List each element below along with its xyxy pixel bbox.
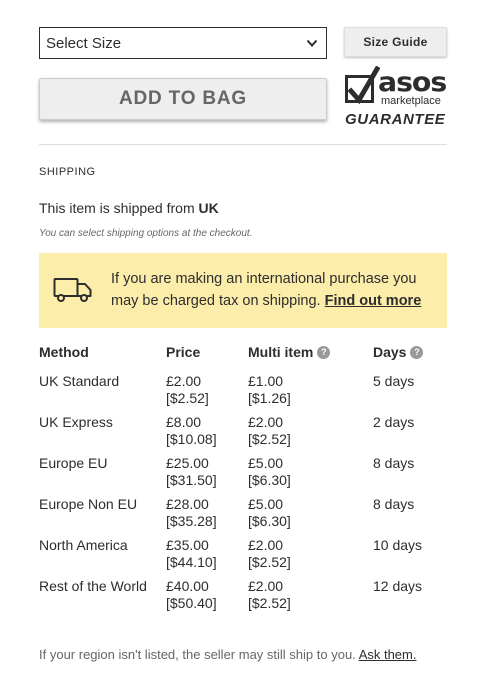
delivery-truck-icon <box>53 278 92 302</box>
row-multi: £2.00 [$2.52] <box>248 537 291 571</box>
find-out-more-link[interactable]: Find out more <box>325 293 422 309</box>
row-price: £25.00 [$31.50] <box>166 455 217 489</box>
header-days: Days? <box>373 344 424 360</box>
row-method: Europe EU <box>39 455 108 471</box>
row-days: 5 days <box>373 373 415 389</box>
price-usd: [$50.40] <box>166 595 217 611</box>
row-price: £8.00 [$10.08] <box>166 414 217 448</box>
price-gbp: £28.00 <box>166 496 209 512</box>
marketplace-label: marketplace <box>381 95 441 107</box>
multi-gbp: £2.00 <box>248 578 284 594</box>
chevron-down-icon <box>306 39 318 47</box>
price-gbp: £8.00 <box>166 414 202 430</box>
table-row: North America £35.00 [$44.10] £2.00 [$2.52… <box>39 537 447 578</box>
asos-marketplace-guarantee-logo: asos marketplace GUARANTEE <box>344 66 448 128</box>
multi-usd: [$6.30] <box>248 513 291 529</box>
multi-gbp: £1.00 <box>248 373 284 389</box>
row-multi: £5.00 [$6.30] <box>248 496 291 530</box>
row-method: UK Standard <box>39 373 120 389</box>
row-days: 12 days <box>373 578 423 594</box>
price-usd: [$44.10] <box>166 554 217 570</box>
shipping-table: Method Price Multi item? Days? UK Standa… <box>39 344 447 619</box>
row-multi: £1.00 [$1.26] <box>248 373 291 407</box>
row-multi: £2.00 [$2.52] <box>248 578 291 612</box>
table-row: Rest of the World £40.00 [$50.40] £2.00 [$… <box>39 578 447 619</box>
multi-usd: [$2.52] <box>248 431 291 447</box>
header-price: Price <box>166 344 201 360</box>
row-multi: £5.00 [$6.30] <box>248 455 291 489</box>
shipped-from-country: UK <box>198 200 219 216</box>
price-usd: [$31.50] <box>166 472 217 488</box>
row-method: Rest of the World <box>39 578 147 594</box>
row-method: North America <box>39 537 128 553</box>
size-guide-button[interactable]: Size Guide <box>344 27 447 57</box>
row-days: 2 days <box>373 414 415 430</box>
row-days: 10 days <box>373 537 423 553</box>
multi-gbp: £5.00 <box>248 496 284 512</box>
shipped-from-prefix: This item is shipped from <box>39 200 199 216</box>
ask-them-link[interactable]: Ask them. <box>359 647 417 662</box>
multi-usd: [$2.52] <box>248 595 291 611</box>
checkout-note: You can select shipping options at the c… <box>39 228 253 239</box>
add-to-bag-button[interactable]: ADD TO BAG <box>39 78 327 120</box>
guarantee-label: GUARANTEE <box>345 111 446 128</box>
shipped-from-text: This item is shipped from UK <box>39 200 219 216</box>
header-multi-item: Multi item? <box>248 344 331 361</box>
price-usd: [$35.28] <box>166 513 217 529</box>
header-days-label: Days <box>373 344 407 360</box>
header-method: Method <box>39 344 89 360</box>
checkmark-icon <box>345 66 380 105</box>
region-footer-note: If your region isn't listed, the seller … <box>39 647 416 662</box>
table-row: Europe Non EU £28.00 [$35.28] £5.00 [$6.30… <box>39 496 447 537</box>
size-select[interactable]: Select Size <box>39 27 327 59</box>
table-row: UK Express £8.00 [$10.08] £2.00 [$2.52] 2 … <box>39 414 447 455</box>
row-price: £2.00 [$2.52] <box>166 373 209 407</box>
price-gbp: £2.00 <box>166 373 202 389</box>
row-price: £35.00 [$44.10] <box>166 537 217 571</box>
region-footer-text: If your region isn't listed, the seller … <box>39 647 359 662</box>
price-usd: [$2.52] <box>166 390 209 406</box>
tax-banner-message: If you are making an international purch… <box>111 268 441 312</box>
multi-usd: [$6.30] <box>248 472 291 488</box>
multi-gbp: £5.00 <box>248 455 284 471</box>
multi-gbp: £2.00 <box>248 537 284 553</box>
price-gbp: £40.00 <box>166 578 209 594</box>
row-price: £40.00 [$50.40] <box>166 578 217 612</box>
table-row: UK Standard £2.00 [$2.52] £1.00 [$1.26] 5 … <box>39 373 447 414</box>
asos-wordmark: asos <box>378 67 447 98</box>
multi-usd: [$1.26] <box>248 390 291 406</box>
size-select-value: Select Size <box>46 34 122 52</box>
tax-info-banner: If you are making an international purch… <box>39 253 447 328</box>
table-row: Europe EU £25.00 [$31.50] £5.00 [$6.30] 8 … <box>39 455 447 496</box>
row-multi: £2.00 [$2.52] <box>248 414 291 448</box>
shipping-heading: SHIPPING <box>39 166 96 178</box>
price-gbp: £35.00 <box>166 537 209 553</box>
row-price: £28.00 [$35.28] <box>166 496 217 530</box>
section-divider <box>39 144 447 145</box>
row-method: UK Express <box>39 414 113 430</box>
help-icon[interactable]: ? <box>317 345 331 359</box>
price-usd: [$10.08] <box>166 431 217 447</box>
row-days: 8 days <box>373 496 415 512</box>
shipping-table-header: Method Price Multi item? Days? <box>39 344 447 373</box>
multi-usd: [$2.52] <box>248 554 291 570</box>
multi-gbp: £2.00 <box>248 414 284 430</box>
header-multi-item-label: Multi item <box>248 344 314 360</box>
help-icon[interactable]: ? <box>410 345 424 359</box>
price-gbp: £25.00 <box>166 455 209 471</box>
row-days: 8 days <box>373 455 415 471</box>
row-method: Europe Non EU <box>39 496 138 512</box>
